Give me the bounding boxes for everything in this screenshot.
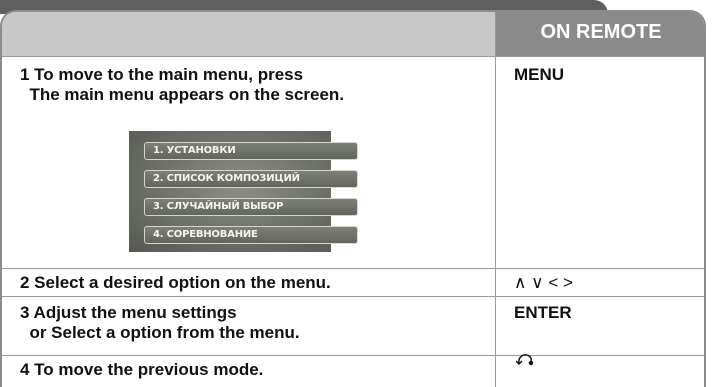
arrow-keys-label: ∧ ∨ < > xyxy=(514,273,573,292)
step-2-line-1: 2 Select a desired option on the menu. xyxy=(20,273,331,292)
step-2-text: 2 Select a desired option on the menu. xyxy=(20,273,331,293)
instruction-table: ON REMOTE 1 To move to the main menu, pr… xyxy=(0,10,706,387)
enter-key-label: ENTER xyxy=(514,303,572,322)
menu-item-settings: 1. УСТАНОВКИ xyxy=(144,142,358,160)
row-divider xyxy=(2,56,704,57)
manual-page: ON REMOTE 1 To move to the main menu, pr… xyxy=(0,0,720,387)
return-arrow-icon xyxy=(516,354,534,366)
main-menu-screenshot: 1. УСТАНОВКИ 2. СПИСОК КОМПОЗИЦИЙ 3. СЛУ… xyxy=(129,131,358,252)
row-divider xyxy=(2,296,704,297)
menu-key-label: MENU xyxy=(514,65,565,84)
step-3-line-2: or Select a option from the menu. xyxy=(20,323,300,342)
menu-item-competition: 4. СОРЕВНОВАНИЕ xyxy=(144,226,358,244)
on-remote-heading: ON REMOTE xyxy=(540,21,662,43)
step-3-text: 3 Adjust the menu settings or Select a o… xyxy=(20,303,300,343)
step-1-line-2: The main menu appears on the screen. xyxy=(20,85,345,104)
header-right-cell: ON REMOTE xyxy=(496,12,704,56)
menu-item-random: 3. СЛУЧАЙНЫЙ ВЫБОР xyxy=(144,198,358,216)
menu-item-playlist: 2. СПИСОК КОМПОЗИЦИЙ xyxy=(144,170,358,188)
header-left-cell xyxy=(2,12,495,56)
step-4-text: 4 To move the previous mode. xyxy=(20,360,263,380)
column-divider xyxy=(495,12,496,387)
row-divider xyxy=(2,355,704,356)
step-3-line-1: 3 Adjust the menu settings xyxy=(20,303,237,322)
row-divider xyxy=(2,268,704,269)
step-1-line-1: 1 To move to the main menu, press xyxy=(20,65,304,84)
step-1-text: 1 To move to the main menu, press The ma… xyxy=(20,65,344,105)
step-4-line-1: 4 To move the previous mode. xyxy=(20,360,264,379)
